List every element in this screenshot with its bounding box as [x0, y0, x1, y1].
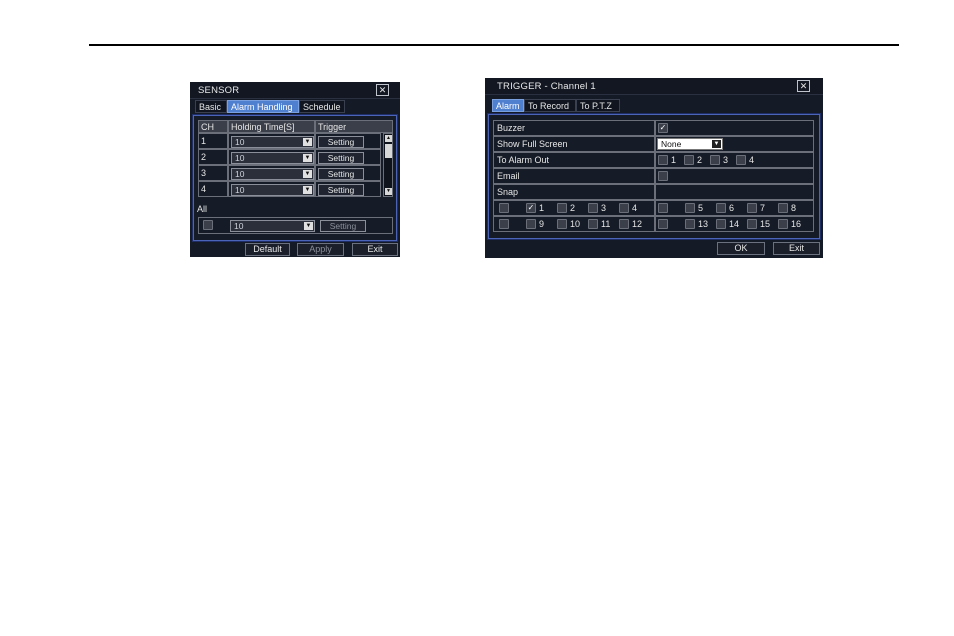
sensor-title-bar: SENSOR ✕	[190, 82, 400, 99]
ok-button[interactable]: OK	[717, 242, 765, 255]
holding-time-select[interactable]: 10 ▼	[231, 168, 314, 180]
trigger-dialog: TRIGGER - Channel 1 ✕ Alarm To Record To…	[485, 78, 823, 258]
scroll-down-icon[interactable]: ▼	[385, 188, 392, 195]
chevron-down-icon: ▼	[712, 140, 721, 148]
alarm-out-checkbox-1[interactable]	[658, 155, 668, 165]
trigger-setting-button[interactable]: Setting	[318, 184, 364, 196]
tab-schedule[interactable]: Schedule	[299, 100, 345, 113]
snap-checkbox-12[interactable]	[619, 219, 629, 229]
snap-row-2-left: 9 10 11 12	[493, 216, 655, 232]
snap-row2-checkbox-right[interactable]	[658, 219, 668, 229]
trigger-setting-button[interactable]: Setting	[318, 136, 364, 148]
tab-to-ptz[interactable]: To P.T.Z	[576, 99, 620, 112]
trigger-alarm-panel: Buzzer ✓ Show Full Screen None ▼ To Alarm…	[488, 114, 820, 239]
sensor-dialog-title: SENSOR	[198, 85, 240, 96]
apply-button[interactable]: Apply	[297, 243, 344, 256]
trigger-title-bar: TRIGGER - Channel 1 ✕	[485, 78, 823, 95]
holding-time-select[interactable]: 10 ▼	[231, 184, 314, 196]
alarm-out-checkbox-3[interactable]	[710, 155, 720, 165]
snap-checkbox-1[interactable]: ✓	[526, 203, 536, 213]
snap-checkbox-3[interactable]	[588, 203, 598, 213]
snap-all-checkbox-left[interactable]	[499, 203, 509, 213]
snap-row-2-right: 13 14 15 16	[655, 216, 814, 232]
snap-checkbox-2[interactable]	[557, 203, 567, 213]
page-header-rule	[89, 44, 899, 46]
buzzer-checkbox[interactable]: ✓	[658, 123, 668, 133]
snap-label-cell: Snap	[493, 184, 655, 200]
header-ch: CH	[198, 120, 228, 133]
snap-checkbox-10[interactable]	[557, 219, 567, 229]
snap-checkbox-8[interactable]	[778, 203, 788, 213]
buzzer-label-cell: Buzzer	[493, 120, 655, 136]
tab-alarm-handling[interactable]: Alarm Handling	[227, 100, 299, 113]
email-checkbox[interactable]	[658, 171, 668, 181]
snap-checkbox-11[interactable]	[588, 219, 598, 229]
exit-button[interactable]: Exit	[352, 243, 398, 256]
trigger-setting-button[interactable]: Setting	[318, 168, 364, 180]
sensor-alarm-handling-panel: CH Holding Time[S] Trigger 1 10 ▼ Setting…	[193, 115, 397, 241]
default-button[interactable]: Default	[245, 243, 290, 256]
exit-button[interactable]: Exit	[773, 242, 820, 255]
snap-checkbox-6[interactable]	[716, 203, 726, 213]
chevron-down-icon: ▼	[304, 222, 313, 230]
tab-alarm[interactable]: Alarm	[492, 99, 524, 112]
snap-checkbox-5[interactable]	[685, 203, 695, 213]
all-row: 10 ▼ Setting	[198, 217, 393, 234]
all-checkbox[interactable]	[203, 220, 213, 230]
all-trigger-setting-button[interactable]: Setting	[320, 220, 366, 232]
chevron-down-icon: ▼	[303, 186, 312, 194]
close-icon[interactable]: ✕	[376, 84, 389, 96]
holding-time-select[interactable]: 10 ▼	[231, 152, 314, 164]
trigger-setting-button[interactable]: Setting	[318, 152, 364, 164]
scroll-thumb[interactable]	[385, 144, 392, 158]
snap-checkbox-7[interactable]	[747, 203, 757, 213]
snap-checkbox-9[interactable]	[526, 219, 536, 229]
snap-checkbox-14[interactable]	[716, 219, 726, 229]
header-holding-time: Holding Time[S]	[228, 120, 315, 133]
snap-checkbox-15[interactable]	[747, 219, 757, 229]
snap-all-checkbox-right[interactable]	[658, 203, 668, 213]
table-scrollbar[interactable]: ▲ ▼	[383, 133, 393, 197]
snap-checkbox-4[interactable]	[619, 203, 629, 213]
all-label: All	[197, 204, 208, 214]
snap-row-1-left: ✓ 1 2 3 4	[493, 200, 655, 216]
tab-to-record[interactable]: To Record	[524, 99, 576, 112]
chevron-down-icon: ▼	[303, 154, 312, 162]
holding-time-select[interactable]: 10 ▼	[231, 136, 314, 148]
alarm-out-label-cell: To Alarm Out	[493, 152, 655, 168]
header-trigger: Trigger	[315, 120, 393, 133]
sensor-dialog: SENSOR ✕ Basic Alarm Handling Schedule C…	[190, 82, 400, 257]
chevron-down-icon: ▼	[303, 138, 312, 146]
scroll-up-icon[interactable]: ▲	[385, 135, 392, 142]
alarm-out-checkbox-4[interactable]	[736, 155, 746, 165]
tab-basic[interactable]: Basic	[195, 100, 227, 113]
alarm-out-checkbox-2[interactable]	[684, 155, 694, 165]
close-icon[interactable]: ✕	[797, 80, 810, 92]
chevron-down-icon: ▼	[303, 170, 312, 178]
snap-row2-checkbox-left[interactable]	[499, 219, 509, 229]
trigger-dialog-title: TRIGGER - Channel 1	[497, 81, 596, 92]
email-label-cell: Email	[493, 168, 655, 184]
fullscreen-select[interactable]: None ▼	[657, 138, 723, 150]
snap-row-1-right: 5 6 7 8	[655, 200, 814, 216]
snap-checkbox-13[interactable]	[685, 219, 695, 229]
fullscreen-label-cell: Show Full Screen	[493, 136, 655, 152]
all-holding-time-select[interactable]: 10 ▼	[230, 220, 315, 232]
snap-checkbox-16[interactable]	[778, 219, 788, 229]
